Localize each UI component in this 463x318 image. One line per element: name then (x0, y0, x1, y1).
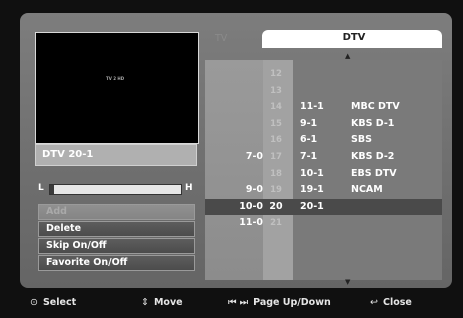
channel-major: 10-0 (239, 200, 263, 212)
channel-ch: 9-1 (300, 117, 318, 129)
channel-row[interactable]: 7-0 17 7-1 KBS D-2 (205, 149, 442, 166)
up-down-arrows-icon: ⇕ (141, 297, 149, 308)
channel-row[interactable]: 12 (205, 66, 442, 83)
channel-num: 20 (269, 200, 283, 212)
channel-row[interactable]: 10-0 20 20-1 (205, 198, 442, 216)
channel-major: 11-0 (239, 217, 263, 229)
channel-major: 9-0 (245, 184, 263, 196)
channel-name: EBS DTV (351, 167, 397, 179)
tab-tv[interactable]: TV (215, 33, 227, 44)
channel-row[interactable]: 9-0 19 19-1 NCAM (205, 182, 442, 199)
signal-level-fill (50, 185, 54, 194)
channel-num: 16 (270, 135, 282, 146)
footer-select: ⊙ Select (30, 297, 76, 308)
channel-num: 17 (270, 152, 282, 162)
channel-ch: 19-1 (300, 184, 324, 196)
skip-toggle-button[interactable]: Skip On/Off (38, 238, 195, 254)
channel-num: 14 (270, 102, 282, 113)
channel-major: 7-0 (245, 151, 263, 162)
signal-meter (49, 184, 182, 195)
channel-list: 12 13 14 11-1 MBC DTV 15 9-1 KBS D-1 16 6-1 SBS 7-0… (205, 60, 442, 280)
channel-name: MBC DTV (351, 101, 400, 113)
footer-page-label: Page Up/Down (253, 297, 331, 308)
channel-row[interactable]: 14 11-1 MBC DTV (205, 99, 442, 116)
select-button-icon: ⊙ (30, 297, 38, 308)
footer-page: ⏮ ⏭ Page Up/Down (228, 297, 331, 308)
channel-row[interactable]: 18 10-1 EBS DTV (205, 166, 442, 183)
skip-prev-next-icon: ⏮ ⏭ (228, 297, 249, 308)
channel-ch: 6-1 (300, 134, 318, 146)
channel-ch: 10-1 (300, 167, 324, 179)
channel-num: 21 (270, 218, 282, 229)
footer-close-label: Close (382, 297, 412, 308)
footer-close: ↩ Close (370, 297, 412, 308)
delete-button[interactable]: Delete (38, 221, 195, 237)
scroll-up-icon[interactable]: ▲ (345, 52, 350, 60)
channel-num: 19 (270, 185, 282, 196)
signal-high-label: H (185, 183, 193, 193)
add-button[interactable]: Add (38, 204, 195, 220)
current-channel-label: DTV 20-1 (35, 144, 197, 166)
tab-dtv[interactable]: DTV (262, 30, 442, 48)
channel-row[interactable]: 16 6-1 SBS (205, 132, 442, 149)
signal-low-label: L (38, 183, 44, 193)
channel-name: KBS D-2 (351, 151, 395, 162)
channel-num: 13 (270, 85, 282, 96)
channel-row[interactable]: 11-0 21 (205, 215, 442, 232)
favorite-toggle-button[interactable]: Favorite On/Off (38, 255, 195, 271)
channel-num: 12 (270, 69, 282, 79)
tab-dtv-label: DTV (342, 32, 366, 43)
channel-ch: 20-1 (300, 200, 324, 212)
footer-bar: ⊙ Select ⇕ Move ⏮ ⏭ Page Up/Down ↩ Close (0, 295, 463, 318)
preview-caption: TV 2 HD (106, 76, 125, 81)
channel-ch: 11-1 (300, 101, 324, 113)
channel-row[interactable]: 13 (205, 83, 442, 100)
footer-select-label: Select (42, 297, 77, 308)
channel-row[interactable]: 15 9-1 KBS D-1 (205, 116, 442, 133)
channel-name: NCAM (351, 184, 383, 196)
footer-move-label: Move (153, 297, 183, 308)
footer-move: ⇕ Move (141, 297, 183, 308)
scroll-down-icon[interactable]: ▼ (345, 278, 350, 286)
channel-num: 15 (270, 118, 282, 129)
channel-ch: 7-1 (300, 151, 318, 162)
return-icon: ↩ (370, 297, 378, 308)
channel-name: KBS D-1 (351, 117, 395, 129)
preview-window: TV 2 HD (35, 32, 199, 144)
channel-name: SBS (351, 134, 372, 146)
channel-num: 18 (270, 168, 282, 179)
